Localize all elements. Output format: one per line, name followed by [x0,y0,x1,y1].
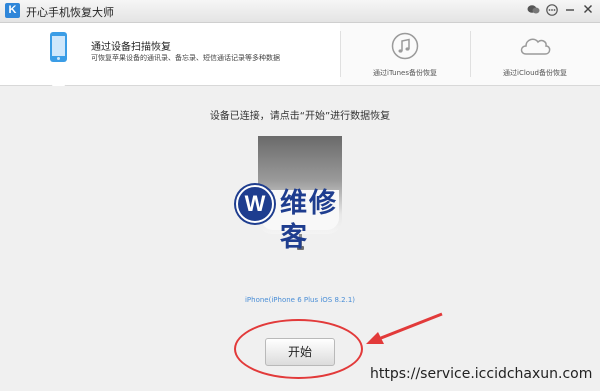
url-watermark: https://service.iccidchaxun.com [370,366,593,382]
tab-icloud[interactable]: 通过iCloud备份恢复 [470,23,600,85]
instruction-text: 设备已连接，请点击“开始”进行数据恢复 [209,111,391,122]
tab-icloud-label: 通过iCloud备份恢复 [503,69,567,77]
cloud-icon [517,32,553,64]
window-title: 开心手机恢复大师 [26,6,114,19]
watermark-text: 维修客 [280,188,338,253]
app-logo: K [5,3,20,18]
close-icon[interactable] [581,4,594,17]
watermark-letter: W [236,185,274,223]
recovery-mode-tabs: 通过设备扫描恢复 可恢复苹果设备的通讯录、备忘录、短信通话记录等多种数据 通过i… [0,23,600,86]
tab-itunes[interactable]: 通过iTunes备份恢复 [340,23,470,85]
phone-icon [50,32,67,62]
tab-device-scan-title: 通过设备扫描恢复 [91,42,171,53]
window-controls [527,4,594,17]
annotation-arrow [366,312,443,344]
more-icon[interactable] [545,4,558,17]
device-name: iPhone(iPhone 6 Plus iOS 8.2.1) [244,296,356,304]
start-button[interactable]: 开始 [265,338,335,366]
tab-device-scan[interactable]: 通过设备扫描恢复 可恢复苹果设备的通讯录、备忘录、短信通话记录等多种数据 [0,23,340,85]
minimize-icon[interactable] [563,4,576,17]
music-note-icon [391,32,419,64]
chat-icon[interactable] [527,4,540,17]
main-panel: 设备已连接，请点击“开始”进行数据恢复 W 维修客 iPhone(iPhone … [0,86,600,391]
tab-device-scan-description: 可恢复苹果设备的通讯录、备忘录、短信通话记录等多种数据 [91,54,280,62]
tab-itunes-label: 通过iTunes备份恢复 [373,69,437,77]
title-bar: K 开心手机恢复大师 [0,0,600,23]
watermark-logo: W 维修客 [236,185,366,253]
